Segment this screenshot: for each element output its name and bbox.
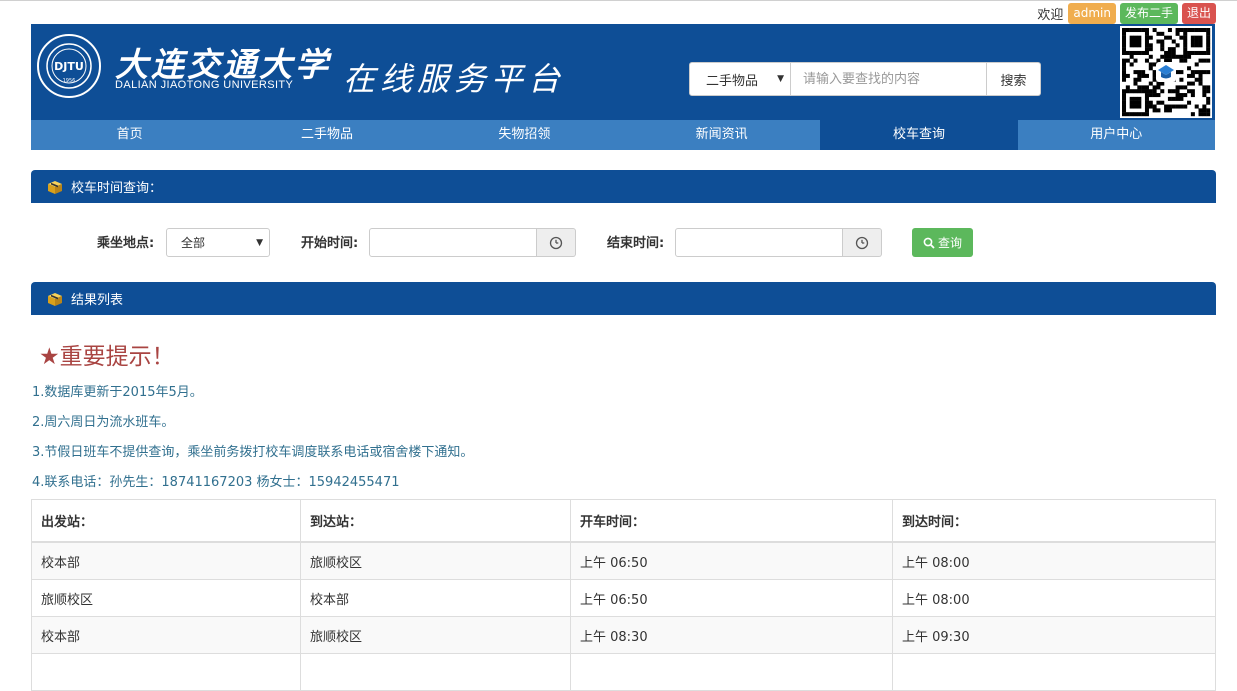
location-select[interactable]: 全部 ▼ [166, 228, 270, 257]
welcome-text: 欢迎 [1037, 7, 1064, 23]
column-header-departure: 出发站： [31, 499, 301, 543]
table-cell: 上午 08:00 [892, 579, 1216, 617]
end-time-input[interactable] [675, 228, 843, 257]
search-bar: 二手物品 ▼ 搜索 [689, 62, 1041, 96]
table-row: 旅顺校区 校本部 上午 06:50 上午 08:00 [31, 579, 1216, 617]
location-select-value: 全部 [181, 236, 206, 250]
query-button[interactable]: 查询 [912, 228, 973, 257]
table-row [31, 653, 1216, 691]
chevron-down-icon: ▼ [256, 237, 263, 248]
end-time-clock-button[interactable] [843, 228, 882, 257]
table-row: 校本部 旅顺校区 上午 06:50 上午 08:00 [31, 541, 1216, 580]
table-header-row: 出发站： 到达站： 开车时间： 到达时间： [31, 499, 1216, 543]
table-cell [300, 653, 571, 691]
box-icon [48, 292, 62, 306]
nav-item-news[interactable]: 新闻资讯 [623, 120, 820, 150]
query-button-label: 查询 [937, 236, 962, 250]
platform-title: 在线服务平台 [343, 60, 566, 98]
username-button[interactable]: admin [1068, 2, 1116, 24]
table-cell: 旅顺校区 [300, 541, 571, 580]
user-bar: 欢迎 admin 发布二手 退出 [1037, 2, 1216, 24]
nav-item-user-center[interactable]: 用户中心 [1018, 120, 1215, 150]
logo-mark: DJTU [54, 60, 84, 73]
bus-query-section-title: 校车时间查询： [71, 181, 163, 196]
nav-item-bus-query[interactable]: 校车查询 [820, 120, 1018, 150]
university-name-en: DALIAN JIAOTONG UNIVERSITY [115, 79, 294, 91]
table-cell: 校本部 [31, 616, 301, 654]
nav-item-secondhand[interactable]: 二手物品 [228, 120, 425, 150]
column-header-depart-time: 开车时间： [570, 499, 893, 543]
qr-code-icon [1120, 26, 1212, 118]
chevron-down-icon: ▼ [777, 74, 784, 84]
logout-button[interactable]: 退出 [1181, 2, 1216, 24]
search-category-value: 二手物品 [706, 73, 759, 89]
table-cell: 上午 08:30 [570, 616, 893, 654]
location-label: 乘坐地点: [97, 236, 155, 251]
bus-schedule-table: 出发站： 到达站： 开车时间： 到达时间： 校本部 旅顺校区 上午 06:50 … [31, 499, 1216, 691]
publish-secondhand-button[interactable]: 发布二手 [1119, 2, 1178, 24]
table-row: 校本部 旅顺校区 上午 08:30 上午 09:30 [31, 616, 1216, 654]
start-time-label: 开始时间: [301, 236, 359, 251]
table-cell [892, 653, 1216, 691]
notice-title: ★重要提示！ [39, 344, 175, 370]
column-header-arrive-time: 到达时间： [892, 499, 1216, 543]
end-time-picker [675, 228, 882, 257]
results-section-header: 结果列表 [31, 282, 1216, 315]
university-logo-icon[interactable]: DJTU 1956 [37, 34, 101, 98]
search-icon [923, 237, 935, 249]
table-cell: 上午 09:30 [892, 616, 1216, 654]
bus-query-section-header: 校车时间查询： [31, 170, 1216, 203]
notice-line: 1.数据库更新于2015年5月。 [32, 385, 203, 400]
search-button[interactable]: 搜索 [987, 62, 1041, 96]
table-cell: 上午 08:00 [892, 541, 1216, 580]
nav-item-lost-found[interactable]: 失物招领 [426, 120, 623, 150]
site-header: DJTU 1956 大连交通大学 DALIAN JIAOTONG UNIVERS… [31, 24, 1215, 120]
column-header-arrival-station: 到达站： [300, 499, 571, 543]
end-time-label: 结束时间: [607, 236, 665, 251]
notice-line: 2.周六周日为流水班车。 [32, 415, 175, 430]
box-icon [48, 180, 62, 194]
clock-icon [549, 236, 563, 249]
start-time-clock-button[interactable] [537, 228, 576, 257]
table-cell: 旅顺校区 [300, 616, 571, 654]
clock-icon [855, 236, 869, 249]
table-cell: 上午 06:50 [570, 579, 893, 617]
results-section-title: 结果列表 [71, 293, 124, 308]
logo-year: 1956 [63, 78, 76, 84]
nav-item-home[interactable]: 首页 [31, 120, 228, 150]
start-time-picker [369, 228, 576, 257]
table-cell: 校本部 [31, 541, 301, 580]
table-cell [570, 653, 893, 691]
table-cell: 校本部 [300, 579, 571, 617]
table-cell: 上午 06:50 [570, 541, 893, 580]
main-nav: 首页 二手物品 失物招领 新闻资讯 校车查询 用户中心 [31, 120, 1215, 150]
search-input[interactable] [791, 62, 987, 96]
table-cell: 旅顺校区 [31, 579, 301, 617]
table-cell [31, 653, 301, 691]
notice-line: 3.节假日班车不提供查询，乘坐前务拨打校车调度联系电话或宿舍楼下通知。 [32, 445, 474, 460]
notice-line: 4.联系电话：孙先生：18741167203 杨女士：15942455471 [32, 475, 400, 490]
search-category-select[interactable]: 二手物品 ▼ [689, 62, 791, 96]
start-time-input[interactable] [369, 228, 537, 257]
top-border [0, 0, 1237, 1]
